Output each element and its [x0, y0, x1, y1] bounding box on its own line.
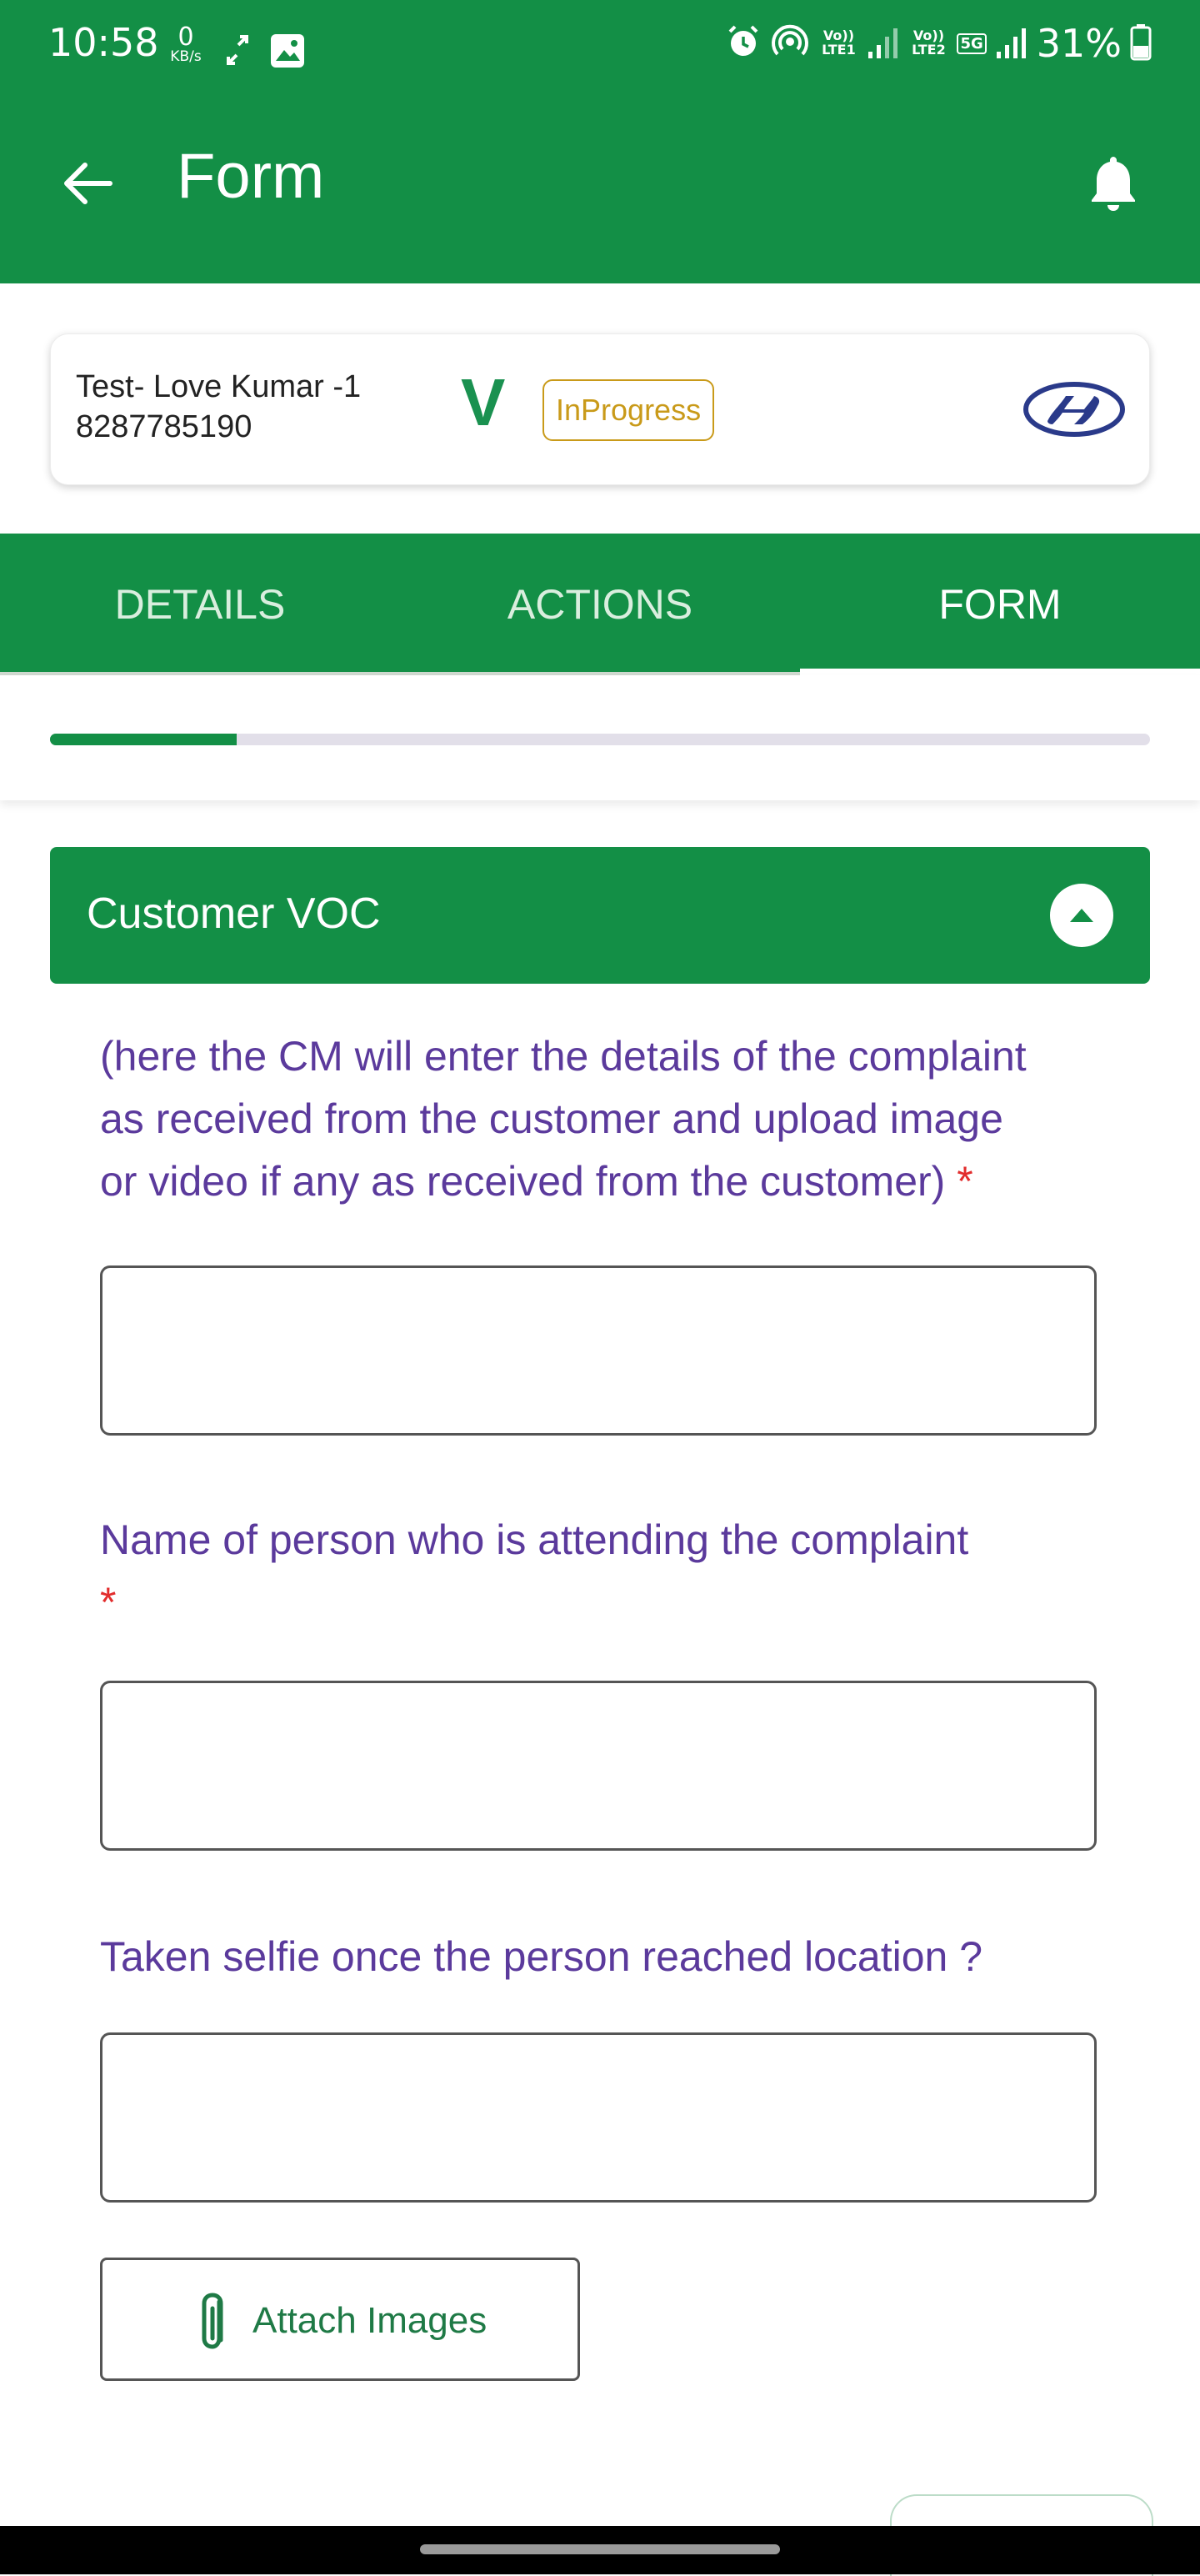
signal-icon: [995, 23, 1028, 63]
status-bar: 10:58 0 KB/s Vo)) LTE1 Vo)) LTE2 5G 31%: [0, 0, 1200, 108]
battery-percent: 31%: [1036, 21, 1122, 66]
attach-images-label: Attach Images: [252, 2300, 488, 2341]
tab-bar: DETAILS ACTIONS FORM: [0, 534, 1200, 677]
customer-name: Test- Love Kumar -1: [76, 369, 362, 404]
hyundai-logo: [1022, 378, 1126, 444]
hotspot-icon: [770, 22, 810, 65]
network-speed-value: 0: [178, 23, 194, 52]
section-header[interactable]: Customer VOC: [50, 847, 1150, 984]
network-2-badge: 5G: [957, 33, 987, 54]
verified-mark: V: [461, 365, 506, 439]
question-line: (here the CM will enter the details of t…: [100, 1033, 1027, 1080]
section-title: Customer VOC: [87, 890, 381, 938]
lead-card[interactable]: Test- Love Kumar -1 8287785190 V InProgr…: [50, 333, 1150, 485]
required-marker: *: [100, 1579, 117, 1626]
page-title: Form: [177, 141, 325, 212]
tab-details[interactable]: DETAILS: [0, 534, 400, 675]
chevron-up-circle-icon[interactable]: [1050, 884, 1113, 947]
paperclip-icon: [194, 2290, 232, 2358]
question-line: Taken selfie once the person reached loc…: [100, 1933, 983, 1980]
network-speed-unit: KB/s: [170, 48, 202, 65]
network-1-label: Vo)) LTE1: [822, 28, 856, 58]
arrow-left-icon[interactable]: [60, 155, 117, 212]
tab-form[interactable]: FORM: [800, 534, 1200, 675]
system-nav-bar: [0, 2526, 1200, 2574]
network-speed: 0 KB/s: [165, 25, 207, 64]
question-line: or video if any as received from the cus…: [100, 1158, 946, 1205]
alarm-icon: [725, 23, 762, 63]
data-arrows-icon: [225, 33, 250, 70]
progress-area: [0, 675, 1200, 800]
selfie-field[interactable]: [100, 2032, 1097, 2203]
home-handle[interactable]: [420, 2544, 780, 2554]
signal-icon: [867, 23, 900, 63]
question-line: as received from the customer and upload…: [100, 1095, 1003, 1142]
required-marker: *: [957, 1158, 973, 1205]
status-right: Vo)) LTE1 Vo)) LTE2 5G 31%: [725, 18, 1152, 68]
complaint-details-field[interactable]: [100, 1265, 1097, 1436]
battery-icon: [1130, 23, 1152, 64]
question-line: Name of person who is attending the comp…: [100, 1516, 969, 1563]
form-progress-bar: [50, 734, 1150, 745]
bell-icon[interactable]: [1080, 150, 1147, 217]
customer-phone: 8287785190: [76, 409, 252, 444]
app-bar: Form: [0, 108, 1200, 283]
tab-actions[interactable]: ACTIONS: [400, 534, 800, 675]
question-label: Taken selfie once the person reached loc…: [100, 1926, 1100, 1988]
gallery-icon: [268, 32, 307, 73]
attending-person-field[interactable]: [100, 1681, 1097, 1851]
form-progress-fill: [50, 734, 238, 745]
question-label: (here the CM will enter the details of t…: [100, 1025, 1100, 1213]
status-badge: InProgress: [542, 379, 715, 441]
status-time: 10:58: [48, 20, 159, 65]
attach-images-button[interactable]: Attach Images: [100, 2258, 580, 2381]
question-label: Name of person who is attending the comp…: [100, 1509, 1100, 1634]
network-2-label: Vo)) LTE2: [912, 28, 946, 58]
